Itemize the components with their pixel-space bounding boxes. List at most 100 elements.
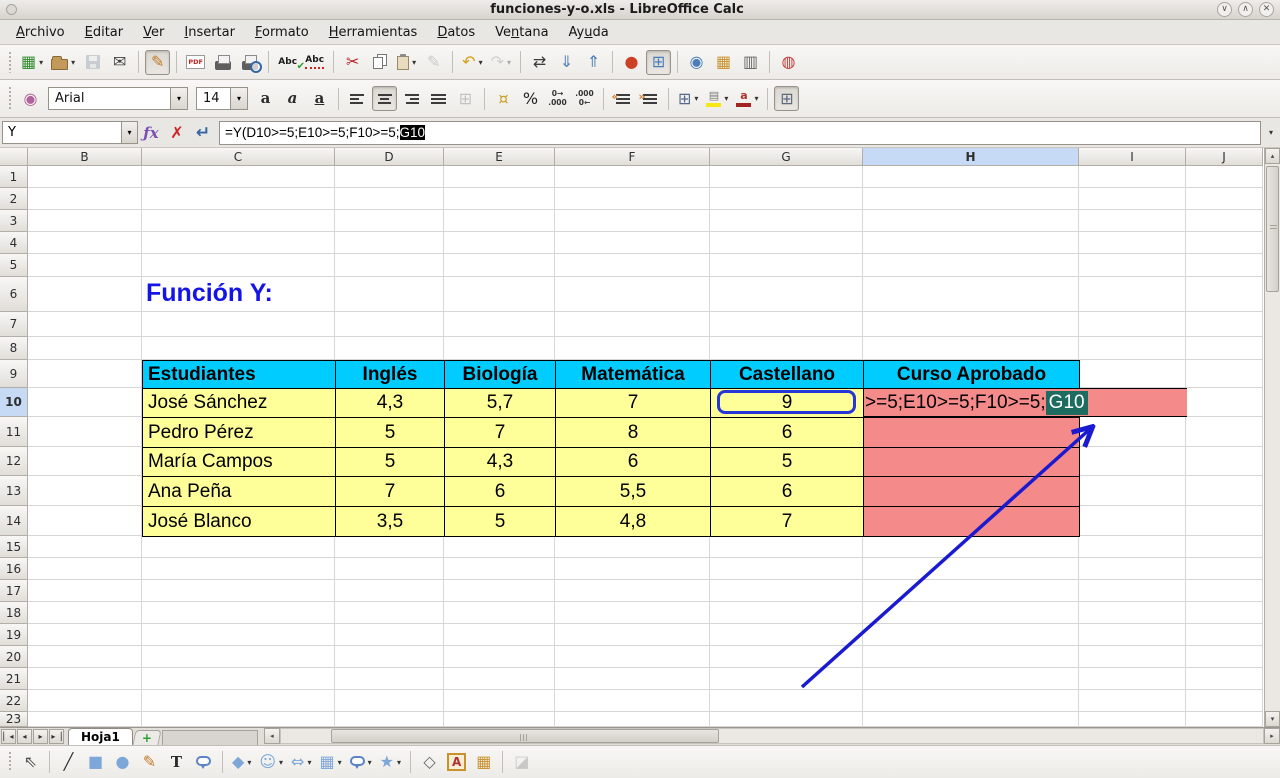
table-cell[interactable]: 6	[711, 418, 864, 448]
cell-H17[interactable]	[863, 580, 1079, 602]
cell-I23[interactable]	[1079, 712, 1186, 727]
cell-G4[interactable]	[710, 232, 863, 254]
cell-B18[interactable]	[28, 602, 142, 624]
row-header-12[interactable]: 12	[0, 447, 28, 476]
cell-H4[interactable]	[863, 232, 1079, 254]
cell-J16[interactable]	[1186, 558, 1263, 580]
cell-J4[interactable]	[1186, 232, 1263, 254]
cell-J20[interactable]	[1186, 646, 1263, 668]
column-header-F[interactable]: F	[555, 148, 710, 166]
cell-H18[interactable]	[863, 602, 1079, 624]
copy-icon[interactable]	[367, 50, 392, 75]
sheet-next-button[interactable]: ▸	[33, 729, 48, 744]
cell-H23[interactable]	[863, 712, 1079, 727]
cell-C16[interactable]	[142, 558, 335, 580]
column-header-H[interactable]: H	[863, 148, 1079, 166]
block-arrows-icon[interactable]: ⇔ ▾	[288, 750, 314, 775]
table-cell[interactable]: 7	[445, 418, 556, 448]
undo-icon[interactable]: ↶ ▾	[459, 50, 485, 75]
cell-C19[interactable]	[142, 624, 335, 646]
toolbar-handle[interactable]	[6, 49, 13, 75]
cell-H21[interactable]	[863, 668, 1079, 690]
table-cell[interactable]: 6	[556, 448, 711, 477]
cell-E15[interactable]	[444, 536, 555, 558]
cell-I6[interactable]	[1079, 277, 1186, 312]
basic-shapes-icon-dropdown[interactable]: ▾	[247, 758, 251, 767]
cell-C1[interactable]	[142, 166, 335, 188]
bold-icon[interactable]: a	[253, 86, 278, 111]
column-header-I[interactable]: I	[1079, 148, 1186, 166]
cell-F3[interactable]	[555, 210, 710, 232]
cell-E7[interactable]	[444, 312, 555, 337]
cell-J18[interactable]	[1186, 602, 1263, 624]
horizontal-scroll-thumb[interactable]	[330, 729, 719, 743]
cell-B9[interactable]	[28, 360, 142, 388]
table-cell[interactable]: 6	[445, 477, 556, 507]
gallery-icon[interactable]: ▦	[711, 50, 736, 75]
table-cell[interactable]	[864, 448, 1080, 477]
cell-G22[interactable]	[710, 690, 863, 712]
cell-H3[interactable]	[863, 210, 1079, 232]
open-icon[interactable]: ▾	[48, 50, 78, 75]
cell-I2[interactable]	[1079, 188, 1186, 210]
cell-I18[interactable]	[1079, 602, 1186, 624]
cell-B10[interactable]	[28, 388, 142, 417]
cell-C20[interactable]	[142, 646, 335, 668]
align-center-icon[interactable]	[372, 86, 397, 111]
export-pdf-icon[interactable]: PDF	[183, 50, 208, 75]
cell-I5[interactable]	[1079, 254, 1186, 277]
table-cell[interactable]: 7	[336, 477, 445, 507]
open-icon-dropdown[interactable]: ▾	[71, 58, 75, 67]
cell-J6[interactable]	[1186, 277, 1263, 312]
zoom-icon[interactable]: ◉	[684, 50, 709, 75]
name-box[interactable]: ▾	[2, 121, 138, 144]
cell-D18[interactable]	[335, 602, 444, 624]
cell-D7[interactable]	[335, 312, 444, 337]
cell-D22[interactable]	[335, 690, 444, 712]
paste-icon[interactable]: ▾	[394, 50, 419, 75]
cell-F18[interactable]	[555, 602, 710, 624]
scroll-up-button[interactable]: ▴	[1265, 148, 1280, 164]
align-right-icon[interactable]	[399, 86, 424, 111]
column-header-E[interactable]: E	[444, 148, 555, 166]
scroll-right-button[interactable]: ▸	[1264, 728, 1280, 744]
font-name-combo[interactable]: Arial ▾	[48, 87, 188, 110]
cell-B11[interactable]	[28, 417, 142, 447]
cell-B19[interactable]	[28, 624, 142, 646]
grid-lines-icon[interactable]: ⊞	[774, 86, 800, 111]
cell-I22[interactable]	[1079, 690, 1186, 712]
insert-image-icon[interactable]: ▦	[471, 750, 496, 775]
row-header-8[interactable]: 8	[0, 337, 28, 360]
name-box-input[interactable]	[3, 122, 121, 143]
spellcheck-icon[interactable]: Abc	[275, 50, 304, 75]
table-header-cell[interactable]: Biología	[445, 361, 556, 389]
borders-icon[interactable]: ⊞ ▾	[675, 86, 701, 111]
cell-G5[interactable]	[710, 254, 863, 277]
cell-B20[interactable]	[28, 646, 142, 668]
table-cell[interactable]: José Blanco	[143, 507, 336, 537]
select-icon[interactable]: ⇖	[18, 750, 43, 775]
row-header-14[interactable]: 14	[0, 506, 28, 536]
row-header-3[interactable]: 3	[0, 210, 28, 232]
cell-E5[interactable]	[444, 254, 555, 277]
cell-D5[interactable]	[335, 254, 444, 277]
cell-D2[interactable]	[335, 188, 444, 210]
new-spreadsheet-icon[interactable]: ▦ ▾	[18, 50, 46, 75]
cell-B2[interactable]	[28, 188, 142, 210]
edit-mode-icon[interactable]: ✎	[145, 49, 171, 75]
cell-J23[interactable]	[1186, 712, 1263, 727]
symbol-shapes-icon-dropdown[interactable]: ▾	[279, 758, 283, 767]
block-arrows-icon-dropdown[interactable]: ▾	[307, 758, 311, 767]
row-header-20[interactable]: 20	[0, 646, 28, 668]
autospellcheck-icon[interactable]: Abc	[302, 50, 327, 75]
table-cell[interactable]: 5	[711, 448, 864, 477]
cell-J14[interactable]	[1186, 506, 1263, 536]
cell-D6[interactable]	[335, 277, 444, 312]
cell-B23[interactable]	[28, 712, 142, 727]
cell-B4[interactable]	[28, 232, 142, 254]
cell-edit-overlay[interactable]: >=5;E10>=5;F10>=5; G10	[863, 388, 1187, 417]
function-wizard-icon[interactable]: ƒx	[138, 121, 164, 145]
cell-I13[interactable]	[1079, 476, 1186, 506]
row-header-5[interactable]: 5	[0, 254, 28, 277]
menu-herramientas[interactable]: Herramientas	[319, 22, 428, 43]
